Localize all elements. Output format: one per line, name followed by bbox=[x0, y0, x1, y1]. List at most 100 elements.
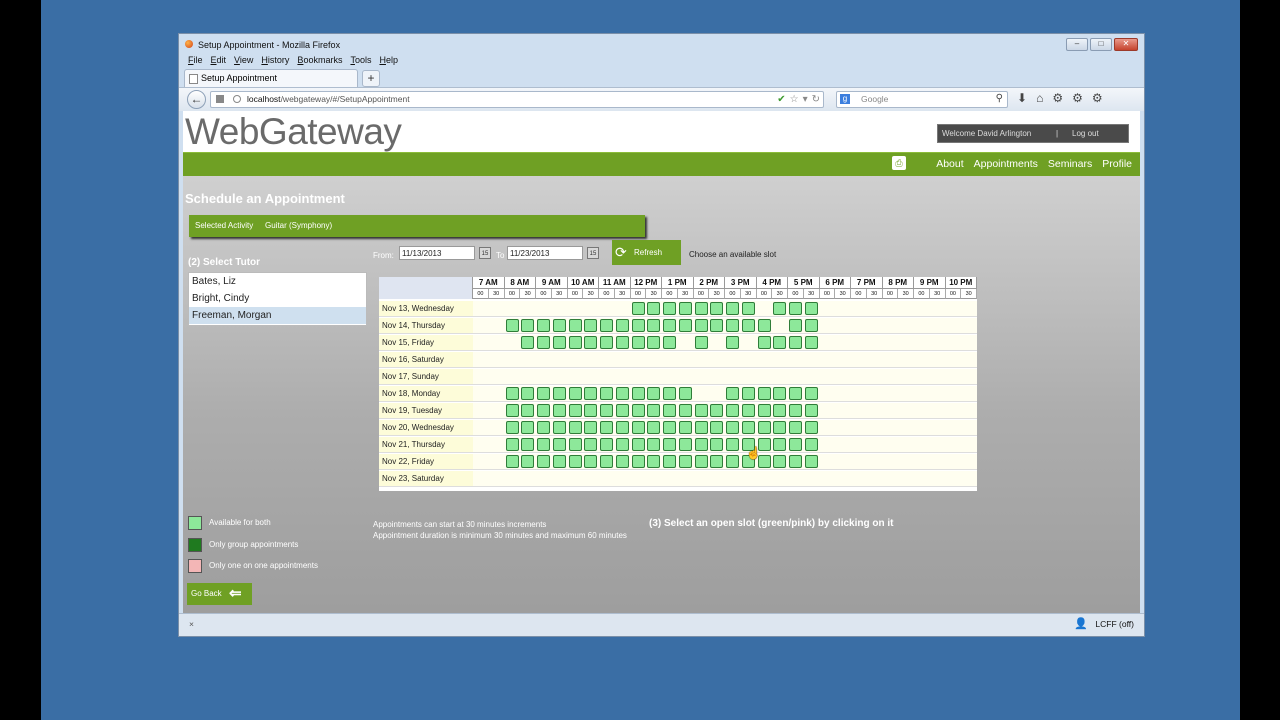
nav-appointments[interactable]: Appointments bbox=[974, 158, 1038, 170]
available-slot[interactable] bbox=[631, 421, 645, 434]
available-slot[interactable] bbox=[741, 387, 755, 400]
available-slot[interactable] bbox=[537, 404, 550, 417]
available-slot[interactable] bbox=[568, 421, 582, 434]
available-slot[interactable] bbox=[726, 404, 739, 417]
available-slot[interactable] bbox=[726, 421, 739, 434]
available-slot[interactable] bbox=[773, 387, 787, 400]
available-slot[interactable] bbox=[537, 455, 550, 468]
available-slot[interactable] bbox=[789, 387, 802, 400]
available-slot[interactable] bbox=[568, 336, 582, 349]
available-slot[interactable] bbox=[600, 438, 613, 451]
available-slot[interactable] bbox=[505, 404, 519, 417]
star-icon[interactable]: ☆ bbox=[790, 92, 799, 107]
available-slot[interactable] bbox=[663, 438, 676, 451]
logout-link[interactable]: Log out bbox=[1072, 125, 1099, 142]
available-slot[interactable] bbox=[615, 319, 629, 332]
available-slot[interactable] bbox=[757, 319, 771, 332]
available-slot[interactable] bbox=[600, 387, 613, 400]
available-slot[interactable] bbox=[694, 438, 708, 451]
available-slot[interactable] bbox=[615, 404, 629, 417]
available-slot[interactable] bbox=[804, 387, 818, 400]
printer-icon[interactable]: ⎙ bbox=[892, 156, 906, 170]
available-slot[interactable] bbox=[631, 387, 645, 400]
available-slot[interactable] bbox=[726, 438, 739, 451]
available-slot[interactable] bbox=[552, 404, 566, 417]
available-slot[interactable] bbox=[631, 455, 645, 468]
menu-bookmarks[interactable]: Bookmarks bbox=[297, 55, 342, 65]
available-slot[interactable] bbox=[678, 438, 692, 451]
menu-file[interactable]: File bbox=[188, 55, 203, 65]
available-slot[interactable] bbox=[710, 421, 724, 434]
available-slot[interactable] bbox=[694, 319, 708, 332]
available-slot[interactable] bbox=[741, 421, 755, 434]
available-slot[interactable] bbox=[537, 438, 550, 451]
site-logo[interactable]: WebGateway bbox=[185, 111, 402, 153]
available-slot[interactable] bbox=[521, 438, 535, 451]
available-slot[interactable] bbox=[631, 438, 645, 451]
home-icon[interactable]: ⌂ bbox=[1036, 91, 1043, 105]
available-slot[interactable] bbox=[773, 336, 787, 349]
available-slot[interactable] bbox=[521, 336, 535, 349]
available-slot[interactable] bbox=[789, 455, 802, 468]
available-slot[interactable] bbox=[568, 387, 582, 400]
to-date-input[interactable]: 11/23/2013 bbox=[507, 246, 583, 260]
available-slot[interactable] bbox=[537, 387, 550, 400]
available-slot[interactable] bbox=[600, 455, 613, 468]
close-icon[interactable]: ✕ bbox=[1114, 38, 1138, 51]
available-slot[interactable] bbox=[631, 336, 645, 349]
available-slot[interactable] bbox=[552, 336, 566, 349]
tutor-item[interactable]: Bates, Liz bbox=[189, 273, 366, 290]
download-icon[interactable]: ⬇ bbox=[1017, 91, 1027, 105]
available-slot[interactable] bbox=[647, 455, 661, 468]
available-slot[interactable] bbox=[600, 319, 613, 332]
maximize-icon[interactable]: □ bbox=[1090, 38, 1112, 51]
available-slot[interactable] bbox=[584, 438, 598, 451]
available-slot[interactable] bbox=[568, 438, 582, 451]
back-button[interactable]: ← bbox=[187, 90, 206, 109]
available-slot[interactable] bbox=[521, 421, 535, 434]
available-slot[interactable] bbox=[521, 404, 535, 417]
menu-edit[interactable]: Edit bbox=[211, 55, 227, 65]
available-slot[interactable] bbox=[804, 319, 818, 332]
available-slot[interactable] bbox=[505, 421, 519, 434]
available-slot[interactable] bbox=[615, 336, 629, 349]
available-slot[interactable] bbox=[804, 438, 818, 451]
available-slot[interactable] bbox=[710, 319, 724, 332]
available-slot[interactable] bbox=[678, 404, 692, 417]
available-slot[interactable] bbox=[505, 455, 519, 468]
available-slot[interactable] bbox=[678, 421, 692, 434]
available-slot[interactable] bbox=[552, 455, 566, 468]
nav-profile[interactable]: Profile bbox=[1102, 158, 1132, 170]
available-slot[interactable] bbox=[678, 319, 692, 332]
from-calendar-icon[interactable]: 15 bbox=[479, 247, 491, 259]
nav-about[interactable]: About bbox=[936, 158, 963, 170]
available-slot[interactable] bbox=[694, 404, 708, 417]
available-slot[interactable] bbox=[789, 319, 802, 332]
nav-seminars[interactable]: Seminars bbox=[1048, 158, 1092, 170]
available-slot[interactable] bbox=[647, 336, 661, 349]
available-slot[interactable] bbox=[552, 438, 566, 451]
available-slot[interactable] bbox=[615, 421, 629, 434]
minimize-icon[interactable]: – bbox=[1066, 38, 1088, 51]
addon-icon-1[interactable]: ⚙ bbox=[1052, 91, 1063, 105]
available-slot[interactable] bbox=[694, 421, 708, 434]
available-slot[interactable] bbox=[537, 336, 550, 349]
available-slot[interactable] bbox=[647, 302, 661, 315]
available-slot[interactable] bbox=[804, 404, 818, 417]
available-slot[interactable] bbox=[552, 387, 566, 400]
available-slot[interactable] bbox=[631, 404, 645, 417]
available-slot[interactable] bbox=[521, 455, 535, 468]
available-slot[interactable] bbox=[678, 455, 692, 468]
available-slot[interactable] bbox=[647, 421, 661, 434]
available-slot[interactable] bbox=[710, 302, 724, 315]
available-slot[interactable] bbox=[552, 421, 566, 434]
available-slot[interactable] bbox=[678, 302, 692, 315]
menu-history[interactable]: History bbox=[261, 55, 289, 65]
available-slot[interactable] bbox=[647, 404, 661, 417]
available-slot[interactable] bbox=[600, 404, 613, 417]
available-slot[interactable] bbox=[804, 455, 818, 468]
available-slot[interactable] bbox=[521, 387, 535, 400]
available-slot[interactable] bbox=[584, 319, 598, 332]
tutor-item[interactable]: Bright, Cindy bbox=[189, 290, 366, 307]
available-slot[interactable] bbox=[568, 404, 582, 417]
